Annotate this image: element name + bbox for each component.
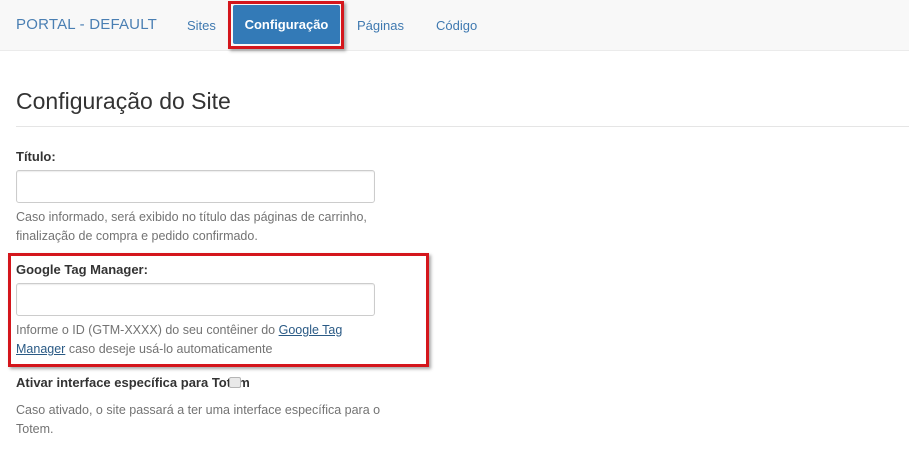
totem-label: Ativar interface específica para Totem	[16, 375, 250, 390]
gtm-help-suffix: caso deseje usá-lo automaticamente	[65, 342, 273, 356]
highlight-box-nav	[228, 1, 344, 49]
titulo-label: Título:	[16, 149, 56, 164]
brand-link[interactable]: PORTAL - DEFAULT	[16, 16, 157, 33]
top-navbar: PORTAL - DEFAULT Sites Configuração Pági…	[0, 0, 909, 51]
totem-checkbox[interactable]	[229, 377, 241, 388]
titulo-input[interactable]	[16, 170, 375, 203]
gtm-help-text: Informe o ID (GTM-XXXX) do seu contêiner…	[16, 321, 381, 359]
nav-paginas[interactable]: Páginas	[357, 18, 404, 33]
page-title: Configuração do Site	[16, 88, 231, 114]
gtm-label: Google Tag Manager:	[16, 262, 148, 277]
title-divider	[16, 126, 909, 127]
nav-codigo[interactable]: Código	[436, 18, 477, 33]
totem-help-text: Caso ativado, o site passará a ter uma i…	[16, 403, 381, 436]
gtm-help-prefix: Informe o ID (GTM-XXXX) do seu contêiner…	[16, 323, 279, 337]
titulo-help-text: Caso informado, será exibido no título d…	[16, 210, 367, 243]
nav-sites[interactable]: Sites	[187, 18, 216, 33]
gtm-input[interactable]	[16, 283, 375, 316]
